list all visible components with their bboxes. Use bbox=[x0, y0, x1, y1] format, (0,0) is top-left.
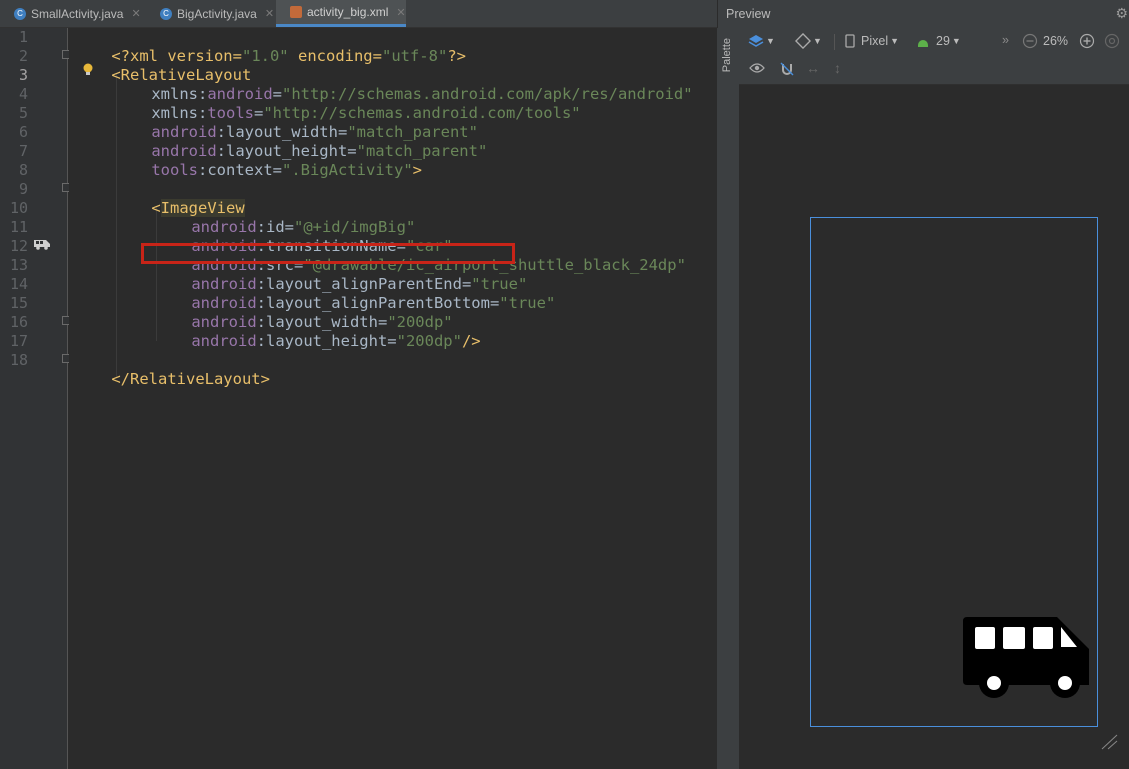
code-token: /> bbox=[461, 332, 481, 350]
android-icon bbox=[918, 40, 928, 47]
code-line-6: android:layout_height="match_parent" bbox=[114, 123, 487, 160]
preview-title: Preview bbox=[726, 7, 771, 21]
eye-icon[interactable] bbox=[749, 62, 765, 74]
magnet-off-icon[interactable] bbox=[779, 61, 795, 77]
code-token: > bbox=[412, 161, 422, 179]
tab-big-activity[interactable]: C BigActivity.java ✕ bbox=[146, 0, 276, 27]
rotate-icon bbox=[795, 33, 811, 49]
line-number: 7 bbox=[18, 142, 28, 160]
code-line-5: android:layout_width="match_parent" bbox=[114, 104, 478, 141]
code-editor[interactable]: <?xml version="1.0" encoding="utf-8"?> <… bbox=[69, 28, 785, 769]
palette-label[interactable]: Palette bbox=[721, 38, 733, 72]
device-frame-preview[interactable] bbox=[810, 217, 1098, 727]
line-number: 15 bbox=[9, 294, 28, 312]
line-number: 4 bbox=[18, 85, 28, 103]
preview-toolbar: ▼ ▼ Pixel ▼ 29 ▼ » 26% bbox=[739, 28, 1129, 56]
airport-shuttle-icon[interactable] bbox=[961, 615, 1093, 700]
code-token: "utf-8" bbox=[381, 47, 448, 65]
zoom-in-button[interactable] bbox=[1079, 33, 1095, 49]
line-number: 1 bbox=[18, 28, 28, 46]
code-line-2: <RelativeLayout bbox=[74, 47, 251, 84]
zoom-out-button[interactable] bbox=[1022, 33, 1038, 49]
code-line-14: android:layout_alignParentBottom="true" bbox=[154, 275, 555, 312]
line-number: 5 bbox=[18, 104, 28, 122]
horizontal-arrows-icon[interactable]: ↔ bbox=[806, 60, 820, 76]
line-number: 12 bbox=[9, 237, 28, 255]
java-class-icon: C bbox=[14, 7, 26, 20]
chevron-down-icon: ▼ bbox=[951, 36, 961, 46]
code-line-15: android:layout_width="200dp" bbox=[154, 294, 452, 331]
code-line-11: android:transitionName="car" bbox=[154, 218, 452, 255]
close-tab-icon[interactable]: ✕ bbox=[265, 7, 274, 20]
line-number: 3 bbox=[18, 66, 28, 84]
java-class-icon: C bbox=[160, 7, 172, 20]
more-actions-icon[interactable]: » bbox=[1002, 33, 1009, 47]
line-number: 8 bbox=[18, 161, 28, 179]
code-token: tools bbox=[151, 161, 198, 179]
vertical-arrows-icon[interactable]: ↕ bbox=[834, 60, 841, 76]
toolbar-divider bbox=[834, 34, 835, 50]
design-surface-button[interactable]: ▼ bbox=[748, 34, 775, 48]
code-line-16: android:layout_height="200dp"/> bbox=[154, 313, 480, 350]
line-number: 9 bbox=[18, 180, 28, 198]
line-number: 11 bbox=[9, 218, 28, 236]
device-selector[interactable]: Pixel ▼ bbox=[845, 34, 899, 48]
phone-icon bbox=[845, 34, 855, 48]
resize-handle-icon[interactable] bbox=[1100, 733, 1120, 751]
zoom-level: 26% bbox=[1043, 34, 1069, 48]
close-tab-icon[interactable]: ✕ bbox=[396, 6, 405, 19]
line-number: 13 bbox=[9, 256, 28, 274]
api-level-selector[interactable]: 29 ▼ bbox=[916, 34, 961, 48]
code-token: "200dp" bbox=[396, 332, 462, 350]
layers-icon bbox=[748, 35, 764, 47]
line-number: 18 bbox=[9, 351, 28, 369]
zoom-out-icon bbox=[1022, 33, 1038, 49]
zoom-to-fit-button[interactable] bbox=[1104, 33, 1120, 49]
line-number: 14 bbox=[9, 275, 28, 293]
api-level-label: 29 bbox=[936, 34, 950, 48]
code-line-9: <ImageView bbox=[114, 180, 245, 217]
airport-shuttle-gutter-icon bbox=[34, 240, 50, 250]
orientation-button[interactable]: ▼ bbox=[795, 33, 822, 49]
highlight-box-transition-name bbox=[141, 243, 515, 264]
code-token: :context= bbox=[198, 161, 282, 179]
zoom-in-icon bbox=[1079, 33, 1095, 49]
tab-label: activity_big.xml bbox=[307, 5, 389, 19]
code-token: "true" bbox=[499, 294, 556, 312]
code-token: ".BigActivity" bbox=[282, 161, 413, 179]
line-number: 2 bbox=[18, 47, 28, 65]
code-token: android bbox=[191, 332, 257, 350]
code-line-4: xmlns:tools="http://schemas.android.com/… bbox=[114, 85, 580, 122]
code-line-3: xmlns:android="http://schemas.android.co… bbox=[114, 66, 692, 103]
line-number: 16 bbox=[9, 313, 28, 331]
tab-label: SmallActivity.java bbox=[31, 6, 124, 21]
code-token: ?> bbox=[447, 47, 466, 65]
device-label: Pixel bbox=[861, 34, 889, 48]
zoom-fit-icon bbox=[1104, 33, 1120, 49]
editor-tab-bar: C SmallActivity.java ✕ C BigActivity.jav… bbox=[0, 0, 717, 28]
tab-small-activity[interactable]: C SmallActivity.java ✕ bbox=[0, 0, 146, 27]
code-line-7: tools:context=".BigActivity"> bbox=[114, 142, 422, 179]
tab-label: BigActivity.java bbox=[177, 6, 257, 21]
code-token: encoding= bbox=[288, 47, 382, 65]
preview-toolbar-secondary: ↔ ↕ bbox=[739, 56, 1129, 85]
line-number-gutter: 1 2 3 4 5 6 7 8 9 10 11 12 13 14 15 16 1… bbox=[0, 28, 71, 769]
chevron-down-icon: ▼ bbox=[813, 36, 822, 46]
code-line-10: android:id="@+id/imgBig" bbox=[154, 199, 415, 236]
tab-activity-big-xml[interactable]: activity_big.xml ✕ bbox=[276, 0, 406, 27]
code-token: :layout_height= bbox=[256, 332, 397, 350]
code-line-18: </RelativeLayout> bbox=[74, 351, 270, 388]
palette-strip[interactable] bbox=[717, 28, 740, 769]
xml-layout-icon bbox=[290, 6, 302, 18]
code-line-1: <?xml version="1.0" encoding="utf-8"?> bbox=[74, 28, 466, 65]
line-number: 6 bbox=[18, 123, 28, 141]
gear-icon[interactable]: ⚙ bbox=[1115, 5, 1128, 22]
close-tab-icon[interactable]: ✕ bbox=[131, 7, 140, 20]
preview-header: Preview ⚙ bbox=[717, 0, 1129, 28]
chevron-down-icon: ▼ bbox=[890, 36, 900, 46]
chevron-down-icon: ▼ bbox=[766, 36, 775, 46]
code-token: </RelativeLayout> bbox=[111, 370, 270, 388]
line-number: 10 bbox=[9, 199, 28, 217]
line-number: 17 bbox=[9, 332, 28, 350]
